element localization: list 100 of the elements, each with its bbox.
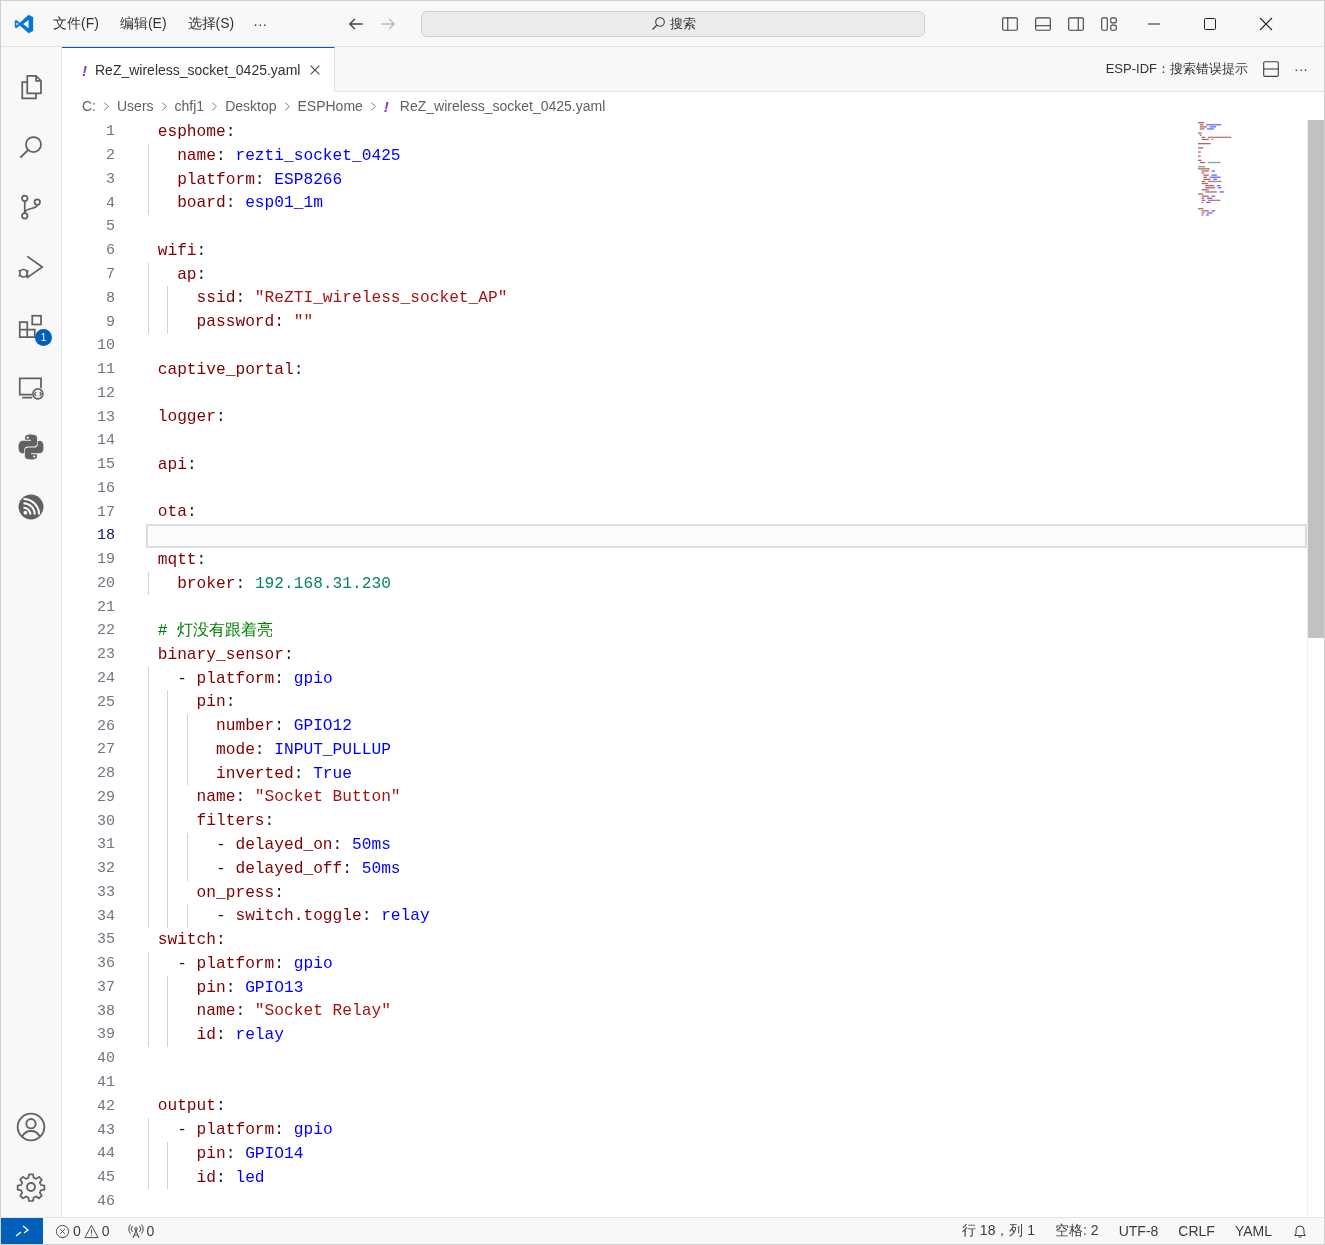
more-actions[interactable]: ···	[1294, 61, 1308, 77]
code-token: output	[157, 1097, 216, 1116]
line-number: 24	[96, 670, 115, 687]
remote-icon	[14, 1223, 30, 1239]
close-icon[interactable]	[1258, 15, 1275, 32]
status-item[interactable]: CRLF	[1178, 1223, 1215, 1239]
antenna-icon	[127, 1223, 144, 1239]
code-token: :	[254, 170, 265, 189]
split-editor-icon[interactable]	[1262, 60, 1280, 78]
code-token: :	[216, 1026, 226, 1045]
code-token: pin	[196, 693, 226, 712]
code-token: :	[274, 717, 284, 736]
more-menu[interactable]: ···	[253, 15, 268, 32]
code-token: :	[332, 835, 343, 854]
code-token: mode	[216, 740, 255, 759]
code-token: wifi	[157, 241, 197, 260]
breadcrumb-item[interactable]: chfj1	[174, 98, 205, 114]
menu-item[interactable]: 文件(F)	[53, 14, 99, 33]
bell-icon[interactable]	[1292, 1223, 1308, 1239]
line-number: 2	[105, 147, 115, 165]
panel-layout-icon[interactable]	[1034, 14, 1053, 33]
code-token: platform	[196, 1121, 275, 1140]
esp-idf-action[interactable]: ESP-IDF：搜索错误提示	[1105, 60, 1248, 78]
chevron-icon	[160, 100, 168, 112]
line-number: 34	[96, 907, 115, 925]
code-token: :	[361, 907, 372, 926]
breadcrumb-item[interactable]: Desktop	[225, 98, 277, 114]
settings-icon[interactable]	[15, 1171, 47, 1203]
code-token: :	[216, 146, 226, 165]
code-token: :	[293, 764, 304, 783]
code-token: on_press	[196, 883, 275, 902]
line-number: 18	[96, 527, 115, 545]
warning-mark: !	[82, 61, 87, 79]
line-number: 20	[96, 574, 115, 592]
status-item[interactable]: 行 18，列 1	[961, 1222, 1036, 1240]
remote-button[interactable]	[1, 1218, 43, 1244]
code-token: :	[196, 265, 207, 284]
menu-item[interactable]: 编辑(E)	[119, 14, 167, 33]
maximize-icon[interactable]	[1202, 15, 1219, 32]
code-token: :	[196, 550, 207, 569]
problems-button[interactable]: 0 0	[55, 1223, 110, 1239]
scrollbar-thumb[interactable]	[1308, 120, 1324, 638]
code-token: :	[235, 788, 246, 807]
line-number: 12	[96, 384, 115, 402]
code-token: :	[216, 1168, 226, 1187]
search-field[interactable]: 搜索	[421, 10, 926, 37]
line-number: 44	[96, 1145, 115, 1163]
error-count: 0	[73, 1223, 81, 1239]
line-number: 39	[96, 1026, 115, 1044]
line-number: 45	[96, 1169, 115, 1187]
breadcrumb-item[interactable]: C:	[82, 98, 96, 114]
editor-tab[interactable]: ! ReZ_wireless_socket_0425.yaml	[62, 47, 336, 92]
code-token: :	[274, 954, 284, 973]
code-token: :	[186, 455, 197, 474]
breadcrumb-item[interactable]: ESPHome	[297, 98, 363, 114]
status-item[interactable]: 空格: 2	[1055, 1222, 1099, 1240]
status-item[interactable]: UTF-8	[1118, 1223, 1159, 1239]
line-number: 17	[96, 503, 115, 521]
line-number: 30	[96, 812, 115, 830]
breadcrumb-item[interactable]: Users	[117, 98, 154, 114]
menu-item[interactable]: 选择(S)	[187, 14, 235, 33]
code-token: gpio	[293, 954, 333, 973]
code-token: name	[177, 146, 216, 165]
code-token: :	[225, 978, 236, 997]
line-number: 46	[96, 1192, 115, 1210]
code-token: relay	[381, 907, 430, 926]
line-number: 15	[96, 456, 115, 474]
code-token: :	[274, 669, 284, 688]
line-number: 10	[96, 337, 115, 355]
breadcrumb-item[interactable]: ReZ_wireless_socket_0425.yaml	[399, 98, 606, 114]
code-token: :	[274, 883, 284, 902]
code-token: captive_portal	[157, 360, 294, 379]
line-number: 13	[96, 408, 115, 426]
code-token: -	[177, 669, 187, 688]
wireless-logo-icon[interactable]	[16, 492, 46, 522]
status-item[interactable]: YAML	[1234, 1223, 1272, 1239]
code-token: ap	[177, 265, 197, 284]
secondary-sidebar-icon[interactable]	[1067, 14, 1086, 33]
code-token: :	[235, 574, 246, 593]
code-token: :	[274, 1121, 284, 1140]
sidebar-layout-icon[interactable]	[1001, 14, 1020, 33]
chevron-icon	[211, 100, 219, 112]
customize-layout-icon[interactable]	[1100, 14, 1119, 33]
account-icon[interactable]	[15, 1111, 47, 1143]
code-token: :	[293, 360, 304, 379]
line-number: 22	[96, 622, 115, 640]
code-token: -	[177, 954, 187, 973]
python-logo-icon[interactable]	[16, 432, 46, 462]
line-number: 3	[105, 170, 115, 188]
code-token: ota	[157, 503, 187, 522]
code-token: 50ms	[361, 859, 401, 878]
code-token: "Socket Relay"	[254, 1002, 391, 1021]
line-number: 31	[96, 836, 115, 854]
warning-count: 0	[101, 1223, 110, 1239]
code-token: ""	[293, 313, 314, 332]
line-number: 38	[96, 1002, 115, 1020]
search-icon	[650, 15, 667, 32]
code-token: esp01_1m	[245, 194, 323, 213]
code-token: -	[216, 859, 226, 878]
ports-button[interactable]: 0	[127, 1223, 155, 1239]
